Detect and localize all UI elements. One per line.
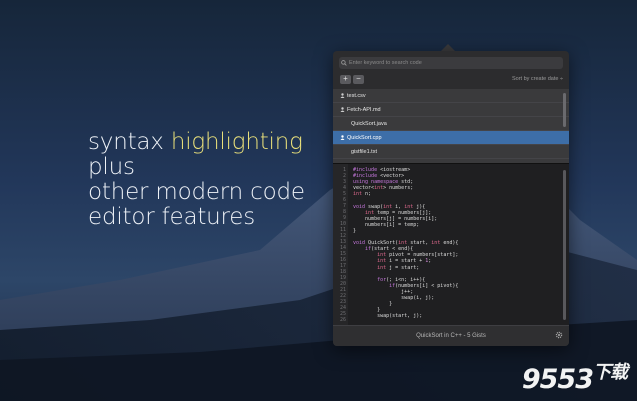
list-item-label: test.csv: [347, 92, 366, 99]
tagline-highlight: highlighting: [170, 129, 303, 155]
list-item[interactable]: QuickSort.java: [333, 117, 569, 131]
watermark-suffix: 下载: [593, 362, 628, 383]
remove-button[interactable]: −: [353, 75, 364, 84]
list-item-label: Fetch-API.md: [347, 106, 381, 113]
list-item[interactable]: gistfile1.txt: [333, 145, 569, 159]
watermark-logo: 9553下载: [521, 358, 628, 395]
tagline-line3: other modern code: [88, 179, 305, 205]
gear-icon[interactable]: [555, 331, 563, 341]
toolbar: + − Sort by create date ÷: [339, 75, 563, 85]
list-scrollbar[interactable]: [563, 93, 566, 127]
editor-scrollbar[interactable]: [563, 170, 566, 320]
tagline-line1-prefix: syntax: [88, 129, 171, 155]
list-item-label: QuickSort.cpp: [347, 134, 382, 141]
code-editor[interactable]: 1 2 3 4 5 6 7 8 9 10 11 12 13 14 15 16 17 18 19 20 21 22 23 24 2…: [333, 163, 569, 327]
popover-arrow: [441, 44, 455, 51]
list-item-label: gistfile1.txt: [351, 148, 377, 155]
code-content: #include <iostream> #include <vector> us…: [353, 167, 459, 320]
list-item[interactable]: test.csv: [333, 89, 569, 103]
add-button[interactable]: +: [340, 75, 351, 84]
tagline-line4: editor features: [88, 204, 256, 230]
tagline: syntax highlighting plus other modern co…: [88, 130, 305, 230]
search-input[interactable]: [349, 60, 549, 66]
person-icon: [340, 107, 347, 112]
status-bar: QuickSort in C++ - 5 Gists: [333, 325, 569, 346]
tagline-line2: plus: [88, 154, 135, 180]
app-window: + − Sort by create date ÷ test.csv Fetch…: [333, 51, 569, 346]
person-icon: [340, 135, 347, 140]
watermark-brand: 9553: [521, 364, 594, 395]
search-icon: [339, 60, 349, 66]
person-icon: [340, 93, 347, 98]
sort-dropdown[interactable]: Sort by create date ÷: [512, 76, 563, 82]
list-item-label: QuickSort.java: [351, 120, 387, 127]
status-text: QuickSort in C++ - 5 Gists: [416, 333, 486, 339]
search-bar[interactable]: [339, 57, 563, 69]
list-item[interactable]: Fetch-API.md: [333, 103, 569, 117]
line-number-gutter: 1 2 3 4 5 6 7 8 9 10 11 12 13 14 15 16 17 18 19 20 21 22 23 24 2…: [333, 164, 348, 327]
list-item-selected[interactable]: QuickSort.cpp: [333, 131, 569, 145]
